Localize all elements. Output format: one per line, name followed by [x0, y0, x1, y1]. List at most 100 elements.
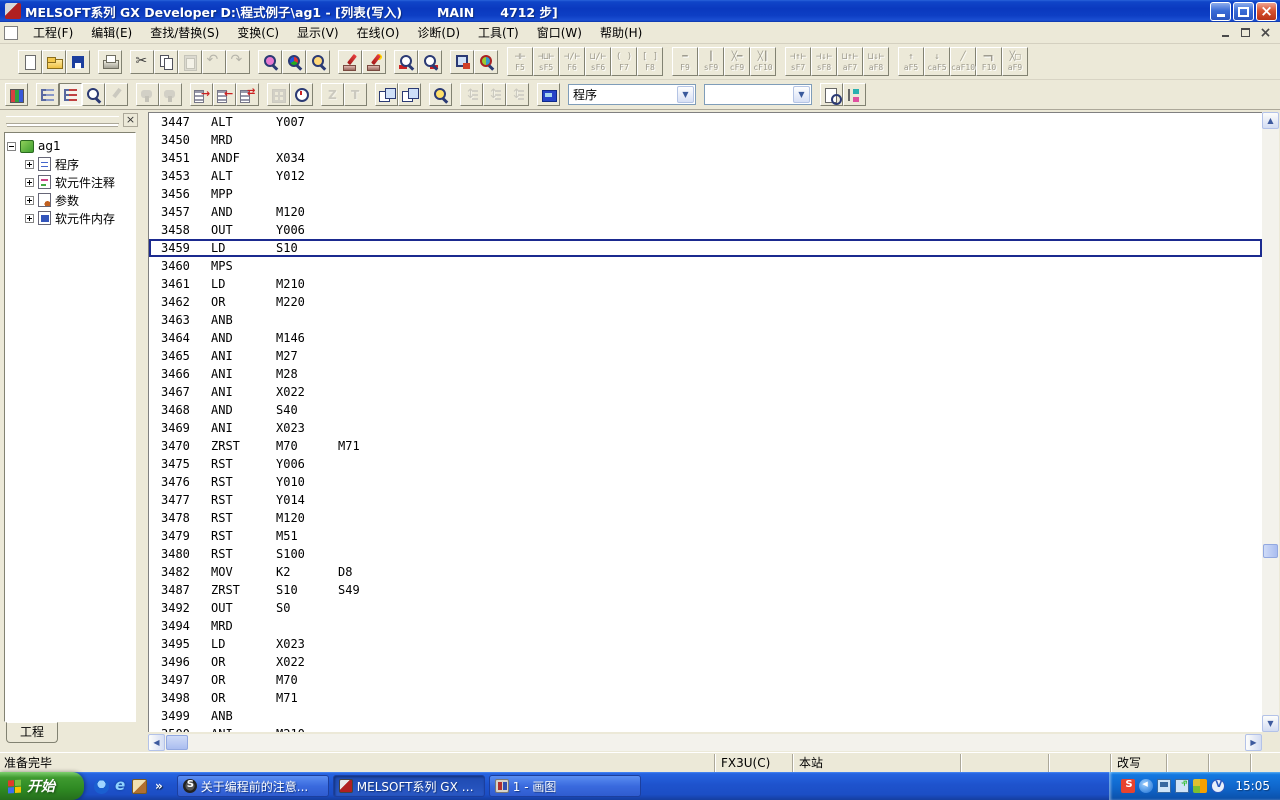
panel-close-icon[interactable]: ×: [123, 113, 138, 127]
instruction-row[interactable]: 3461 LD M210: [149, 275, 1262, 293]
ladder-symbol-button[interactable]: ━┓F10: [976, 47, 1002, 76]
instruction-row[interactable]: 3457 AND M120: [149, 203, 1262, 221]
menu-item[interactable]: 在线(O): [348, 22, 409, 44]
ladder-symbol-button[interactable]: ╳┃cF10: [750, 47, 776, 76]
tree-item[interactable]: 程序: [7, 155, 133, 173]
ladder-symbol-button[interactable]: ⊔/⊢sF6: [585, 47, 611, 76]
minimize-button[interactable]: [1210, 2, 1231, 21]
toolbar-button[interactable]: [418, 50, 442, 74]
taskbar-task-button[interactable]: 1 - 画图: [489, 775, 641, 797]
tree-item[interactable]: 软元件内存: [7, 209, 133, 227]
toolbar-button[interactable]: [258, 50, 282, 74]
instruction-row[interactable]: 3469 ANI X023: [149, 419, 1262, 437]
toolbar-button[interactable]: [213, 83, 236, 106]
quick-launch-overflow-icon[interactable]: »: [151, 779, 167, 793]
toolbar-button[interactable]: [306, 50, 330, 74]
instruction-row[interactable]: 3480 RST S100: [149, 545, 1262, 563]
instruction-row[interactable]: 3496 OR X022: [149, 653, 1262, 671]
menu-item[interactable]: 诊断(D): [408, 22, 469, 44]
instruction-row[interactable]: 3476 RST Y010: [149, 473, 1262, 491]
instruction-row[interactable]: 3495 LD X023: [149, 635, 1262, 653]
tray-icon[interactable]: [1211, 779, 1225, 793]
instruction-row[interactable]: 3451 ANDF X034: [149, 149, 1262, 167]
instruction-row[interactable]: 3494 MRD: [149, 617, 1262, 635]
combo-dropdown-arrow[interactable]: ▼: [793, 86, 810, 103]
device-combo[interactable]: ▼: [704, 84, 812, 105]
expand-icon[interactable]: [25, 196, 34, 205]
toolbar-button[interactable]: [398, 83, 421, 106]
collapse-icon[interactable]: [7, 142, 16, 151]
menu-item[interactable]: 工具(T): [469, 22, 528, 44]
toolbar-button[interactable]: [537, 83, 560, 106]
ladder-symbol-button[interactable]: ⊔↓⊢aF8: [863, 47, 889, 76]
toolbar-button[interactable]: [236, 83, 259, 106]
instruction-row[interactable]: 3463 ANB: [149, 311, 1262, 329]
quick-launch-icon[interactable]: [94, 779, 109, 794]
toolbar-button[interactable]: [267, 83, 290, 106]
instruction-list[interactable]: 3447 ALT Y007 3450 MRD 3451: [148, 112, 1262, 732]
instruction-row[interactable]: 3499 ANB: [149, 707, 1262, 725]
scroll-down-icon[interactable]: ▼: [1262, 715, 1279, 732]
toolbar-button[interactable]: [159, 83, 182, 106]
toolbar-button[interactable]: [474, 50, 498, 74]
mdi-close-button[interactable]: [1257, 25, 1274, 40]
instruction-row[interactable]: 3470 ZRST M70 M71: [149, 437, 1262, 455]
tray-icon[interactable]: [1193, 779, 1207, 793]
instruction-row[interactable]: 3458 OUT Y006: [149, 221, 1262, 239]
toolbar-button[interactable]: [375, 83, 398, 106]
instruction-row[interactable]: 3497 OR M70: [149, 671, 1262, 689]
ladder-symbol-button[interactable]: ↓caF5: [924, 47, 950, 76]
instruction-row[interactable]: 3478 RST M120: [149, 509, 1262, 527]
ladder-symbol-button[interactable]: [ ]F8: [637, 47, 663, 76]
instruction-row[interactable]: 3450 MRD: [149, 131, 1262, 149]
instruction-row[interactable]: 3465 ANI M27: [149, 347, 1262, 365]
ladder-symbol-button[interactable]: ╳━cF9: [724, 47, 750, 76]
toolbar-button[interactable]: [338, 50, 362, 74]
ladder-symbol-button[interactable]: ╱caF10: [950, 47, 976, 76]
toolbar-button[interactable]: [190, 83, 213, 106]
toolbar-button[interactable]: [843, 83, 866, 106]
menu-item[interactable]: 窗口(W): [528, 22, 591, 44]
menu-item[interactable]: 工程(F): [24, 22, 82, 44]
menu-item[interactable]: 变换(C): [228, 22, 288, 44]
toolbar-button[interactable]: [130, 50, 154, 74]
taskbar-task-button[interactable]: MELSOFT系列 GX D...: [333, 775, 485, 797]
menu-item[interactable]: 显示(V): [288, 22, 348, 44]
ladder-symbol-button[interactable]: ⊣⊢F5: [507, 47, 533, 76]
close-button[interactable]: [1256, 2, 1277, 21]
instruction-row[interactable]: 3460 MPS: [149, 257, 1262, 275]
toolbar-button[interactable]: [154, 50, 178, 74]
toolbar-button[interactable]: [42, 50, 66, 74]
ladder-symbol-button[interactable]: ⊔↑⊢aF7: [837, 47, 863, 76]
toolbar-button[interactable]: [321, 83, 344, 106]
toolbar-button[interactable]: [105, 83, 128, 106]
tray-icon[interactable]: [1175, 779, 1189, 793]
toolbar-button[interactable]: [483, 83, 506, 106]
toolbar-button[interactable]: [429, 83, 452, 106]
toolbar-button[interactable]: [66, 50, 90, 74]
instruction-row[interactable]: 3479 RST M51: [149, 527, 1262, 545]
toolbar-button[interactable]: [226, 50, 250, 74]
tree-item[interactable]: 参数: [7, 191, 133, 209]
combo-dropdown-arrow[interactable]: ▼: [677, 86, 694, 103]
toolbar-button[interactable]: [460, 83, 483, 106]
toolbar-button[interactable]: [820, 83, 843, 106]
toolbar-button[interactable]: [36, 83, 59, 106]
ladder-symbol-button[interactable]: ⊣↓⊢sF8: [811, 47, 837, 76]
ladder-symbol-button[interactable]: ↑aF5: [898, 47, 924, 76]
toolbar-button[interactable]: [82, 83, 105, 106]
tree-item[interactable]: 软元件注释: [7, 173, 133, 191]
ladder-symbol-button[interactable]: ⊣/⊢F6: [559, 47, 585, 76]
tree-root[interactable]: ag1: [7, 137, 133, 155]
instruction-row[interactable]: 3467 ANI X022: [149, 383, 1262, 401]
program-combo[interactable]: 程序 ▼: [568, 84, 696, 105]
tray-icon[interactable]: [1157, 779, 1171, 793]
ladder-symbol-button[interactable]: ━F9: [672, 47, 698, 76]
instruction-row[interactable]: 3475 RST Y006: [149, 455, 1262, 473]
vertical-scroll-thumb[interactable]: [1263, 544, 1278, 558]
horizontal-scroll-thumb[interactable]: [166, 735, 188, 750]
start-button[interactable]: 开始: [0, 772, 84, 800]
quick-launch-icon[interactable]: [132, 779, 147, 794]
scroll-left-icon[interactable]: ◀: [148, 734, 165, 751]
expand-icon[interactable]: [25, 160, 34, 169]
